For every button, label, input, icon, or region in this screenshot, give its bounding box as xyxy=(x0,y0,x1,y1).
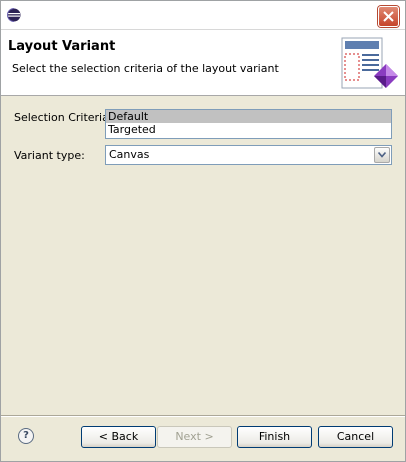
dropdown-button[interactable] xyxy=(374,147,390,163)
variant-type-label: Variant type: xyxy=(14,149,85,162)
page-description: Select the selection criteria of the lay… xyxy=(12,62,279,75)
variant-type-value: Canvas xyxy=(109,148,150,161)
close-icon xyxy=(383,11,394,22)
cancel-button[interactable]: Cancel xyxy=(318,426,393,448)
list-item-targeted[interactable]: Targeted xyxy=(106,123,391,136)
next-button[interactable]: Next > xyxy=(157,426,232,448)
wizard-layout-icon xyxy=(341,37,398,89)
selection-criteria-list[interactable]: Default Targeted xyxy=(105,109,392,139)
wizard-content: Selection Criteria: Default Targeted Var… xyxy=(1,97,405,417)
footer-separator-highlight xyxy=(1,416,405,417)
selection-criteria-label: Selection Criteria: xyxy=(14,111,113,124)
title-bar[interactable] xyxy=(1,1,405,30)
chevron-down-icon xyxy=(378,152,386,158)
wizard-banner: Layout Variant Select the selection crit… xyxy=(1,30,405,96)
page-title: Layout Variant xyxy=(8,39,116,54)
help-icon[interactable]: ? xyxy=(18,428,34,444)
close-button[interactable] xyxy=(378,6,399,27)
back-button[interactable]: < Back xyxy=(81,426,156,448)
variant-type-dropdown[interactable]: Canvas xyxy=(105,145,392,165)
list-item-default[interactable]: Default xyxy=(106,110,391,123)
finish-button[interactable]: Finish xyxy=(237,426,312,448)
eclipse-icon xyxy=(7,8,21,22)
wizard-dialog: Layout Variant Select the selection crit… xyxy=(0,0,406,462)
